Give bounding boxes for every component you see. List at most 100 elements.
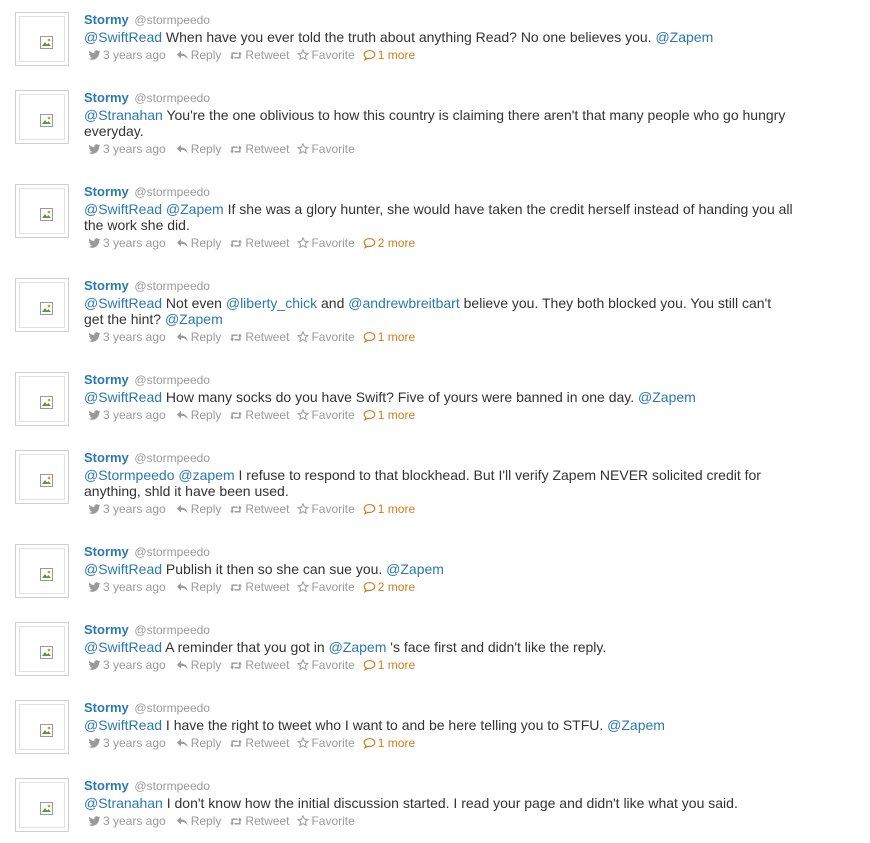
mention-link[interactable]: @SwiftRead <box>84 561 162 577</box>
mention-link[interactable]: @Zapem <box>329 639 387 655</box>
reply-button[interactable]: Reply <box>176 140 221 158</box>
timestamp[interactable]: 3 years ago <box>88 140 166 158</box>
timestamp[interactable]: 3 years ago <box>88 812 166 830</box>
timestamp[interactable]: 3 years ago <box>88 46 166 64</box>
favorite-button[interactable]: Favorite <box>297 812 355 830</box>
reply-button[interactable]: Reply <box>176 656 221 674</box>
mention-link[interactable]: @zapem <box>178 467 234 483</box>
favorite-button[interactable]: Favorite <box>297 140 355 158</box>
mention-link[interactable]: @Stranahan <box>84 107 163 123</box>
retweet-button[interactable]: Retweet <box>229 46 289 64</box>
timestamp[interactable]: 3 years ago <box>88 500 166 518</box>
retweet-button[interactable]: Retweet <box>229 140 289 158</box>
avatar[interactable] <box>15 544 69 598</box>
reply-button[interactable]: Reply <box>176 734 221 752</box>
mention-link[interactable]: @Zapem <box>638 389 696 405</box>
mention-link[interactable]: @SwiftRead <box>84 295 162 311</box>
more-replies-link[interactable]: 2 more <box>363 578 415 596</box>
more-replies-link[interactable]: 1 more <box>363 406 415 424</box>
avatar[interactable] <box>15 278 69 332</box>
timestamp[interactable]: 3 years ago <box>88 406 166 424</box>
author-handle[interactable]: @stormpeedo <box>134 701 210 715</box>
author-handle[interactable]: @stormpeedo <box>134 545 210 559</box>
author-handle[interactable]: @stormpeedo <box>134 13 210 27</box>
avatar[interactable] <box>15 778 69 832</box>
author-handle[interactable]: @stormpeedo <box>134 279 210 293</box>
timestamp[interactable]: 3 years ago <box>88 578 166 596</box>
timestamp[interactable]: 3 years ago <box>88 328 166 346</box>
author-name[interactable]: Stormy <box>84 90 129 105</box>
author-name[interactable]: Stormy <box>84 372 129 387</box>
avatar[interactable] <box>15 700 69 754</box>
mention-link[interactable]: @Zapem <box>386 561 444 577</box>
reply-button[interactable]: Reply <box>176 406 221 424</box>
retweet-button[interactable]: Retweet <box>229 328 289 346</box>
author-name[interactable]: Stormy <box>84 544 129 559</box>
avatar[interactable] <box>15 372 69 426</box>
retweet-button[interactable]: Retweet <box>229 578 289 596</box>
reply-button[interactable]: Reply <box>176 812 221 830</box>
mention-link[interactable]: @Zapem <box>166 201 224 217</box>
author-handle[interactable]: @stormpeedo <box>134 451 210 465</box>
author-handle[interactable]: @stormpeedo <box>134 185 210 199</box>
timestamp[interactable]: 3 years ago <box>88 734 166 752</box>
timestamp[interactable]: 3 years ago <box>88 656 166 674</box>
mention-link[interactable]: @liberty_chick <box>226 295 317 311</box>
favorite-button[interactable]: Favorite <box>297 406 355 424</box>
author-name[interactable]: Stormy <box>84 184 129 199</box>
author-handle[interactable]: @stormpeedo <box>134 91 210 105</box>
favorite-button[interactable]: Favorite <box>297 234 355 252</box>
author-name[interactable]: Stormy <box>84 700 129 715</box>
retweet-button[interactable]: Retweet <box>229 500 289 518</box>
mention-link[interactable]: @andrewbreitbart <box>348 295 460 311</box>
author-name[interactable]: Stormy <box>84 778 129 793</box>
mention-link[interactable]: @SwiftRead <box>84 389 162 405</box>
mention-link[interactable]: @Zapem <box>165 311 223 327</box>
mention-link[interactable]: @Stormpeedo <box>84 467 174 483</box>
avatar[interactable] <box>15 622 69 676</box>
author-name[interactable]: Stormy <box>84 278 129 293</box>
reply-button[interactable]: Reply <box>176 500 221 518</box>
author-name[interactable]: Stormy <box>84 450 129 465</box>
avatar[interactable] <box>15 90 69 144</box>
mention-link[interactable]: @Zapem <box>655 29 713 45</box>
favorite-button[interactable]: Favorite <box>297 500 355 518</box>
more-replies-link[interactable]: 1 more <box>363 656 415 674</box>
more-replies-link[interactable]: 2 more <box>363 234 415 252</box>
tweet-body: Stormy @stormpeedo @Stormpeedo @zapem I r… <box>84 450 794 518</box>
favorite-button[interactable]: Favorite <box>297 656 355 674</box>
reply-button[interactable]: Reply <box>176 578 221 596</box>
author-handle[interactable]: @stormpeedo <box>134 779 210 793</box>
more-replies-link[interactable]: 1 more <box>363 328 415 346</box>
favorite-button[interactable]: Favorite <box>297 578 355 596</box>
avatar[interactable] <box>15 12 69 66</box>
retweet-button[interactable]: Retweet <box>229 234 289 252</box>
reply-button[interactable]: Reply <box>176 328 221 346</box>
more-replies-link[interactable]: 1 more <box>363 46 415 64</box>
mention-link[interactable]: @Stranahan <box>84 795 163 811</box>
reply-button[interactable]: Reply <box>176 46 221 64</box>
more-replies-link[interactable]: 1 more <box>363 500 415 518</box>
mention-link[interactable]: @SwiftRead <box>84 29 162 45</box>
retweet-button[interactable]: Retweet <box>229 734 289 752</box>
retweet-button[interactable]: Retweet <box>229 812 289 830</box>
mention-link[interactable]: @SwiftRead <box>84 717 162 733</box>
timestamp[interactable]: 3 years ago <box>88 234 166 252</box>
reply-button[interactable]: Reply <box>176 234 221 252</box>
more-replies-link[interactable]: 1 more <box>363 734 415 752</box>
author-handle[interactable]: @stormpeedo <box>134 623 210 637</box>
author-name[interactable]: Stormy <box>84 622 129 637</box>
author-handle[interactable]: @stormpeedo <box>134 373 210 387</box>
retweet-button[interactable]: Retweet <box>229 656 289 674</box>
favorite-button[interactable]: Favorite <box>297 734 355 752</box>
author-name[interactable]: Stormy <box>84 12 129 27</box>
avatar[interactable] <box>15 184 69 238</box>
retweet-button[interactable]: Retweet <box>229 406 289 424</box>
twitter-bird-icon <box>88 658 103 672</box>
favorite-button[interactable]: Favorite <box>297 46 355 64</box>
mention-link[interactable]: @Zapem <box>607 717 665 733</box>
mention-link[interactable]: @SwiftRead <box>84 639 162 655</box>
mention-link[interactable]: @SwiftRead <box>84 201 162 217</box>
favorite-button[interactable]: Favorite <box>297 328 355 346</box>
avatar[interactable] <box>15 450 69 504</box>
